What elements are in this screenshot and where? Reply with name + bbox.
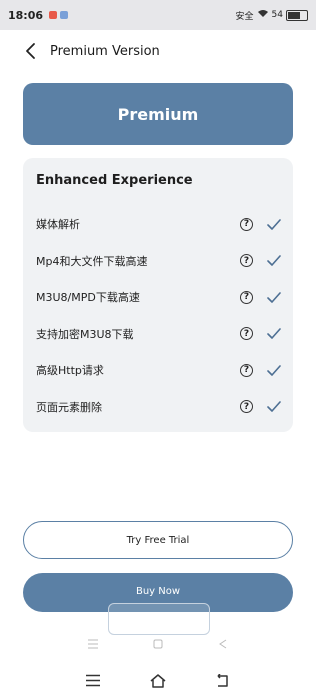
back-button[interactable] xyxy=(12,36,48,66)
feature-item: 支持加密M3U8下载 ? xyxy=(36,316,281,353)
feature-item: 媒体解析 ? xyxy=(36,206,281,243)
premium-banner-label: Premium xyxy=(117,104,199,124)
feature-label: 页面元素删除 xyxy=(36,400,102,414)
help-icon[interactable]: ? xyxy=(240,363,253,377)
back-triangle-icon[interactable] xyxy=(211,632,235,656)
battery-icon xyxy=(286,9,308,21)
status-time: 18:06 xyxy=(8,8,44,22)
battery-level: 54 xyxy=(271,10,283,20)
home-icon[interactable] xyxy=(146,669,170,693)
menu-icon[interactable] xyxy=(81,669,105,693)
feature-item: 页面元素删除 ? xyxy=(36,389,281,426)
help-icon[interactable]: ? xyxy=(240,327,253,341)
check-icon xyxy=(267,400,281,414)
feature-label: M3U8/MPD下载高速 xyxy=(36,291,140,305)
system-nav-bar xyxy=(0,662,316,699)
help-icon[interactable]: ? xyxy=(240,217,253,231)
features-card-title: Enhanced Experience xyxy=(36,173,193,188)
check-icon xyxy=(267,217,281,231)
check-icon xyxy=(267,290,281,304)
page-title: Premium Version xyxy=(50,43,160,59)
check-icon xyxy=(267,363,281,377)
check-icon xyxy=(267,254,281,268)
feature-item: Mp4和大文件下载高速 ? xyxy=(36,243,281,280)
check-icon xyxy=(267,327,281,341)
header: Premium Version xyxy=(0,36,316,66)
status-bar: 18:06 安全 54 xyxy=(0,0,316,30)
help-icon[interactable]: ? xyxy=(240,400,253,414)
wifi-icon xyxy=(257,9,269,21)
try-free-trial-button[interactable]: Try Free Trial xyxy=(23,521,293,559)
back-icon[interactable] xyxy=(211,669,235,693)
help-icon[interactable]: ? xyxy=(240,254,253,268)
feature-label: Mp4和大文件下载高速 xyxy=(36,254,148,268)
feature-list: 媒体解析 ? Mp4和大文件下载高速 ? M3U8/MPD下载高速 ? 支持加密… xyxy=(36,206,281,425)
menu-icon[interactable] xyxy=(81,632,105,656)
notification-icon xyxy=(60,11,69,19)
help-icon[interactable]: ? xyxy=(240,290,253,304)
premium-banner: Premium xyxy=(23,83,293,145)
chevron-left-icon xyxy=(26,43,35,59)
feature-label: 高级Http请求 xyxy=(36,364,104,378)
notification-icons xyxy=(49,11,69,19)
notification-icon xyxy=(49,11,58,19)
feature-label: 支持加密M3U8下载 xyxy=(36,327,134,341)
feature-item: M3U8/MPD下载高速 ? xyxy=(36,279,281,316)
inner-nav-bar xyxy=(0,630,316,658)
feature-item: 高级Http请求 ? xyxy=(36,352,281,389)
features-card: Enhanced Experience 媒体解析 ? Mp4和大文件下载高速 ?… xyxy=(23,158,293,432)
status-right-text: 安全 xyxy=(235,11,254,22)
home-square-icon[interactable] xyxy=(146,632,170,656)
status-right: 安全 54 xyxy=(236,9,308,22)
feature-label: 媒体解析 xyxy=(36,218,80,232)
